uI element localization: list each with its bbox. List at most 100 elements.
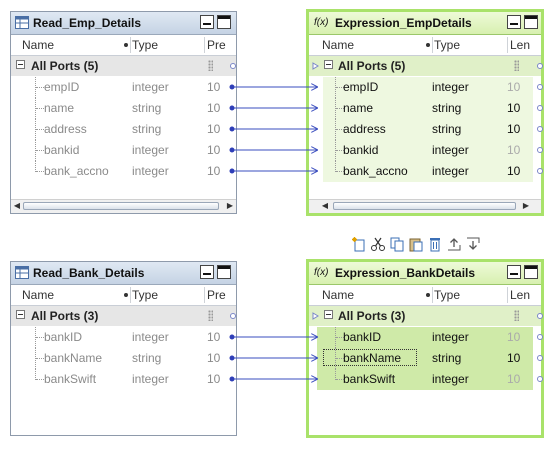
port-row[interactable]: address string 10 bbox=[11, 119, 236, 140]
port-row[interactable]: address string 10 bbox=[309, 119, 541, 140]
scroll-thumb[interactable] bbox=[333, 202, 516, 210]
group-label: All Ports (5) bbox=[31, 59, 99, 73]
group-label: All Ports (5) bbox=[338, 59, 406, 73]
column-name-header[interactable]: Name bbox=[322, 38, 354, 52]
panel-title-bar[interactable]: Read_Bank_Details bbox=[11, 262, 236, 285]
port-row[interactable]: bankSwift integer 10 bbox=[11, 369, 236, 390]
port-type: integer bbox=[432, 143, 469, 157]
expression-bank-details-panel[interactable]: f(x) Expression_BankDetails Name Type Le… bbox=[306, 259, 544, 438]
source-table-icon bbox=[15, 16, 29, 29]
port-row[interactable]: bankid integer 10 bbox=[11, 140, 236, 161]
cut-icon[interactable] bbox=[370, 236, 386, 252]
port-type: integer bbox=[432, 330, 469, 344]
column-header: Name Type Len bbox=[309, 285, 541, 306]
port-row-selected[interactable]: bankName string 10 bbox=[309, 348, 541, 369]
port-type: integer bbox=[132, 330, 169, 344]
copy-icon[interactable] bbox=[389, 236, 405, 252]
scroll-left-icon[interactable]: ◀ bbox=[12, 201, 22, 211]
column-type-header[interactable]: Type bbox=[434, 288, 460, 302]
scroll-right-icon[interactable]: ▶ bbox=[521, 201, 531, 211]
column-name-header[interactable]: Name bbox=[322, 288, 354, 302]
port-row[interactable]: bank_accno integer 10 bbox=[309, 161, 541, 182]
port-name: bankSwift bbox=[343, 372, 396, 386]
all-ports-group[interactable]: All Ports (3) bbox=[11, 306, 236, 326]
port-row[interactable]: empID integer 10 bbox=[11, 77, 236, 98]
maximize-button[interactable] bbox=[524, 265, 538, 279]
port-type: integer bbox=[132, 80, 169, 94]
minimize-button[interactable] bbox=[507, 265, 521, 279]
collapse-icon[interactable] bbox=[324, 60, 333, 69]
column-name-header[interactable]: Name bbox=[22, 288, 54, 302]
port-row[interactable]: name string 10 bbox=[309, 98, 541, 119]
horizontal-scrollbar[interactable]: ◀ ▶ bbox=[309, 199, 541, 213]
delete-icon[interactable] bbox=[427, 236, 443, 252]
source-table-icon bbox=[15, 266, 29, 279]
port-type: integer bbox=[132, 164, 169, 178]
port-length: 10 bbox=[507, 122, 521, 136]
maximize-button[interactable] bbox=[217, 15, 231, 29]
port-precision: 10 bbox=[207, 351, 221, 365]
port-name: bankName bbox=[44, 351, 103, 365]
port-type: string bbox=[132, 122, 162, 136]
column-len-header[interactable]: Len bbox=[510, 288, 530, 302]
minimize-button[interactable] bbox=[200, 265, 214, 279]
column-prec-header[interactable]: Pre bbox=[207, 288, 226, 302]
port-precision: 10 bbox=[207, 80, 221, 94]
column-len-header[interactable]: Len bbox=[510, 38, 530, 52]
move-up-icon[interactable] bbox=[446, 236, 462, 252]
sort-indicator-icon bbox=[124, 293, 128, 297]
read-bank-details-panel[interactable]: Read_Bank_Details Name Type Pre All Port… bbox=[10, 261, 237, 436]
scroll-right-icon[interactable]: ▶ bbox=[225, 201, 235, 211]
port-length: 10 bbox=[507, 143, 521, 157]
port-type: string bbox=[132, 351, 162, 365]
paste-icon[interactable] bbox=[408, 236, 424, 252]
all-ports-group[interactable]: All Ports (5) bbox=[11, 56, 236, 76]
port-name: name bbox=[343, 101, 374, 115]
move-down-icon[interactable] bbox=[465, 236, 481, 252]
column-type-header[interactable]: Type bbox=[434, 38, 460, 52]
maximize-button[interactable] bbox=[217, 265, 231, 279]
collapse-icon[interactable] bbox=[324, 310, 333, 319]
maximize-button[interactable] bbox=[524, 15, 538, 29]
panel-title-bar[interactable]: f(x) Expression_BankDetails bbox=[309, 262, 541, 285]
port-row[interactable]: bank_accno integer 10 bbox=[11, 161, 236, 182]
all-ports-group[interactable]: All Ports (3) bbox=[309, 306, 541, 326]
port-type: string bbox=[132, 101, 162, 115]
column-type-header[interactable]: Type bbox=[132, 288, 158, 302]
scroll-thumb[interactable] bbox=[23, 202, 219, 210]
horizontal-scrollbar[interactable]: ◀ ▶ bbox=[11, 199, 236, 213]
port-row[interactable]: bankName string 10 bbox=[11, 348, 236, 369]
column-prec-header[interactable]: Pre bbox=[207, 38, 226, 52]
grip-icon bbox=[514, 60, 519, 71]
port-row[interactable]: bankID integer 10 bbox=[309, 327, 541, 348]
minimize-button[interactable] bbox=[507, 15, 521, 29]
port-type: string bbox=[432, 122, 462, 136]
column-name-header[interactable]: Name bbox=[22, 38, 54, 52]
collapse-icon[interactable] bbox=[16, 60, 25, 69]
scroll-left-icon[interactable]: ◀ bbox=[320, 201, 330, 211]
new-port-icon[interactable] bbox=[351, 236, 367, 252]
port-name: bankid bbox=[44, 143, 80, 157]
collapse-icon[interactable] bbox=[16, 310, 25, 319]
sort-indicator-icon bbox=[426, 293, 430, 297]
expression-emp-details-panel[interactable]: f(x) Expression_EmpDetails Name Type Len… bbox=[306, 9, 544, 216]
minimize-button[interactable] bbox=[200, 15, 214, 29]
expression-icon: f(x) bbox=[314, 17, 329, 28]
panel-title-bar[interactable]: f(x) Expression_EmpDetails bbox=[309, 12, 541, 35]
port-row[interactable]: name string 10 bbox=[11, 98, 236, 119]
all-ports-group[interactable]: All Ports (5) bbox=[309, 56, 541, 76]
port-row[interactable]: bankSwift integer 10 bbox=[309, 369, 541, 390]
read-emp-details-panel[interactable]: Read_Emp_Details Name Type Pre All Ports… bbox=[10, 11, 237, 214]
port-row[interactable]: empID integer 10 bbox=[309, 77, 541, 98]
grip-icon bbox=[514, 310, 519, 321]
port-row[interactable]: bankid integer 10 bbox=[309, 140, 541, 161]
port-type: string bbox=[432, 351, 462, 365]
sort-indicator-icon bbox=[426, 43, 430, 47]
port-name: bank_accno bbox=[44, 164, 109, 178]
group-label: All Ports (3) bbox=[338, 309, 406, 323]
port-row[interactable]: bankID integer 10 bbox=[11, 327, 236, 348]
column-type-header[interactable]: Type bbox=[132, 38, 158, 52]
port-name: address bbox=[44, 122, 87, 136]
panel-title-bar[interactable]: Read_Emp_Details bbox=[11, 12, 236, 35]
sort-indicator-icon bbox=[124, 43, 128, 47]
